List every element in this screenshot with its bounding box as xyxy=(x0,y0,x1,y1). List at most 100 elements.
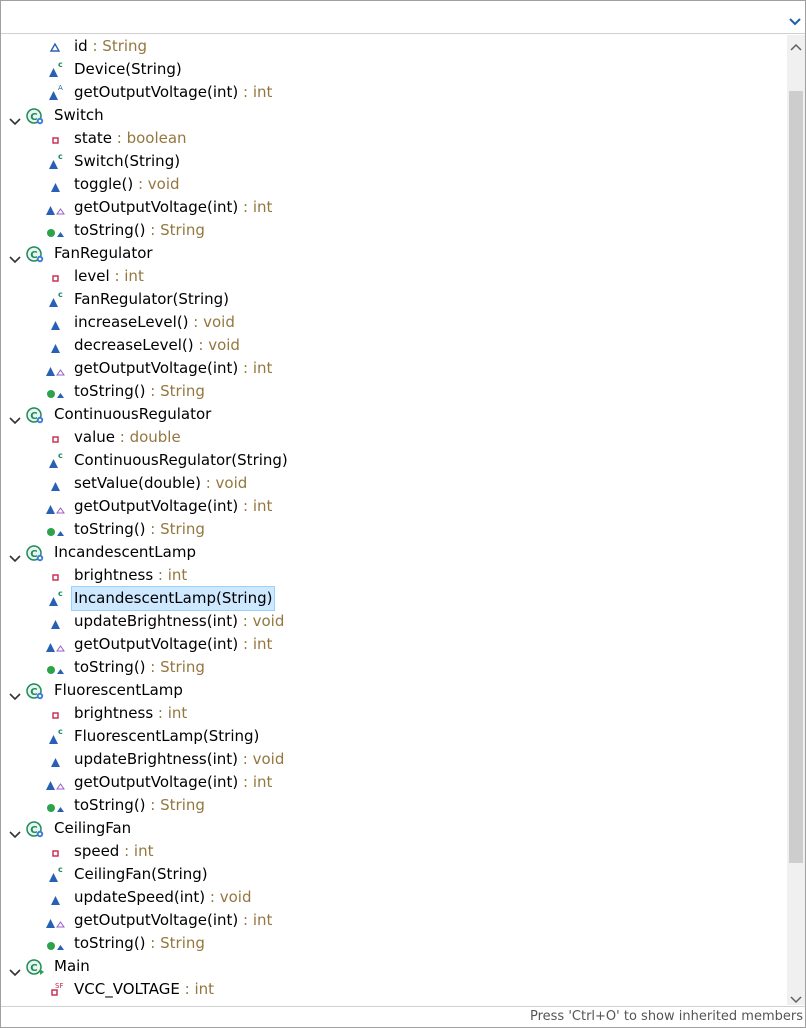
tree-member-getoutputvoltage-int[interactable]: getOutputVoltage(int) : int xyxy=(1,909,785,932)
tree-member-state[interactable]: state : boolean xyxy=(1,127,785,150)
member-type: String xyxy=(160,382,205,400)
member-signature: state xyxy=(74,129,112,147)
tree-member-brightness[interactable]: brightness : int xyxy=(1,702,785,725)
tree-item-label: getOutputVoltage(int) : int xyxy=(72,771,274,794)
tree-member-id[interactable]: id : String xyxy=(1,35,785,58)
view-menu-chevron-icon[interactable] xyxy=(789,13,801,26)
constructor-icon: c xyxy=(45,152,65,172)
scroll-down-arrow-icon[interactable] xyxy=(790,991,802,1004)
member-signature: brightness xyxy=(74,566,154,584)
tree-member-tostring[interactable]: toString() : String xyxy=(1,380,785,403)
tree-item-label: VCC_VOLTAGE : int xyxy=(72,978,216,1001)
type-separator: : xyxy=(238,773,253,791)
method-icon xyxy=(45,175,65,195)
member-signature: ContinuousRegulator(String) xyxy=(74,451,288,469)
member-signature: getOutputVoltage(int) xyxy=(74,83,239,101)
tree-member-tostring[interactable]: toString() : String xyxy=(1,518,785,541)
tree-item-label: increaseLevel() : void xyxy=(72,311,237,334)
member-signature: setValue(double) xyxy=(74,474,201,492)
tree-item-label: toString() : String xyxy=(72,380,207,403)
scrollbar-thumb[interactable] xyxy=(789,91,803,863)
member-type: int xyxy=(252,359,273,377)
tree-member-getoutputvoltage-int[interactable]: getOutputVoltage(int) : int xyxy=(1,771,785,794)
tree-member-value[interactable]: value : double xyxy=(1,426,785,449)
tree-member-ceilingfan-string[interactable]: c CeilingFan(String) xyxy=(1,863,785,886)
outline-tree: id : String c Device(String) AgetOutputVolt… xyxy=(1,35,785,1005)
expand-chevron-icon[interactable] xyxy=(9,548,21,563)
expand-chevron-icon[interactable] xyxy=(9,962,21,977)
constructor-icon: c xyxy=(45,727,65,747)
type-separator: : xyxy=(133,175,148,193)
member-type: int xyxy=(194,980,215,998)
scroll-up-arrow-icon[interactable] xyxy=(790,38,802,51)
tree-class-node-continuousregulator[interactable]: C ContinuousRegulator xyxy=(1,403,785,426)
tree-member-switch-string[interactable]: c Switch(String) xyxy=(1,150,785,173)
member-signature: Main xyxy=(54,957,90,975)
tree-member-updatebrightness-int[interactable]: updateBrightness(int) : void xyxy=(1,748,785,771)
tree-member-level[interactable]: level : int xyxy=(1,265,785,288)
member-signature: toString() xyxy=(74,520,146,538)
tree-member-tostring[interactable]: toString() : String xyxy=(1,794,785,817)
tree-member-vcc-voltage[interactable]: S F VCC_VOLTAGE : int xyxy=(1,978,785,1001)
tree-member-fluorescentlamp-string[interactable]: c FluorescentLamp(String) xyxy=(1,725,785,748)
tree-member-toggle[interactable]: toggle() : void xyxy=(1,173,785,196)
tree-member-increaselevel[interactable]: increaseLevel() : void xyxy=(1,311,785,334)
type-separator: : xyxy=(145,221,161,239)
member-type: int xyxy=(252,911,273,929)
member-signature: Switch(String) xyxy=(74,152,181,170)
svg-text:C: C xyxy=(30,411,37,422)
tree-member-incandescentlamp-string[interactable]: c IncandescentLamp(String) xyxy=(1,586,785,611)
tree-member-updatebrightness-int[interactable]: updateBrightness(int) : void xyxy=(1,610,785,633)
tree-member-setvalue-double[interactable]: setValue(double) : void xyxy=(1,472,785,495)
type-separator: : xyxy=(238,911,253,929)
tree-member-getoutputvoltage-int[interactable]: getOutputVoltage(int) : int xyxy=(1,196,785,219)
tree-member-decreaselevel[interactable]: decreaseLevel() : void xyxy=(1,334,785,357)
tree-class-node-switch[interactable]: C Switch xyxy=(1,104,785,127)
member-type: void xyxy=(203,313,235,331)
expand-chevron-icon[interactable] xyxy=(9,249,21,264)
tree-class-node-fanregulator[interactable]: C FanRegulator xyxy=(1,242,785,265)
tree-member-tostring[interactable]: toString() : String xyxy=(1,219,785,242)
tree-member-speed[interactable]: speed : int xyxy=(1,840,785,863)
constructor-icon: c xyxy=(45,865,65,885)
svg-text:C: C xyxy=(30,549,37,560)
member-type: int xyxy=(252,198,273,216)
member-signature: getOutputVoltage(int) xyxy=(74,635,239,653)
tree-member-continuousregulator-string[interactable]: c ContinuousRegulator(String) xyxy=(1,449,785,472)
tree-member-brightness[interactable]: brightness : int xyxy=(1,564,785,587)
member-signature: speed xyxy=(74,842,120,860)
tree-member-getoutputvoltage-int[interactable]: getOutputVoltage(int) : int xyxy=(1,357,785,380)
member-type: String xyxy=(160,520,205,538)
tree-member-device-string[interactable]: c Device(String) xyxy=(1,58,785,81)
filter-input[interactable] xyxy=(3,3,777,32)
svg-text:C: C xyxy=(30,825,37,836)
tree-class-node-ceilingfan[interactable]: C CeilingFan xyxy=(1,817,785,840)
vertical-scrollbar[interactable] xyxy=(787,35,805,1005)
private-field-icon xyxy=(45,129,65,149)
expand-chevron-icon[interactable] xyxy=(9,686,21,701)
member-signature: updateBrightness(int) xyxy=(74,750,239,768)
tree-item-label: Switch xyxy=(52,104,106,127)
expand-chevron-icon[interactable] xyxy=(9,824,21,839)
tree-member-getoutputvoltage-int[interactable]: getOutputVoltage(int) : int xyxy=(1,633,785,656)
tree-class-node-main[interactable]: C Main xyxy=(1,955,785,978)
expand-chevron-icon[interactable] xyxy=(9,410,21,425)
svg-text:C: C xyxy=(30,963,37,974)
private-field-icon xyxy=(45,842,65,862)
tree-class-node-fluorescentlamp[interactable]: C FluorescentLamp xyxy=(1,679,785,702)
member-type: void xyxy=(208,336,240,354)
tree-member-fanregulator-string[interactable]: c FanRegulator(String) xyxy=(1,288,785,311)
tree-member-tostring[interactable]: toString() : String xyxy=(1,932,785,955)
tree-class-node-incandescentlamp[interactable]: C IncandescentLamp xyxy=(1,541,785,564)
expand-chevron-icon[interactable] xyxy=(9,111,21,126)
tree-member-getoutputvoltage-int[interactable]: getOutputVoltage(int) : int xyxy=(1,495,785,518)
type-separator: : xyxy=(193,336,209,354)
status-bar: Press 'Ctrl+O' to show inherited members xyxy=(1,1006,805,1027)
tree-member-updatespeed-int[interactable]: updateSpeed(int) : void xyxy=(1,886,785,909)
tree-member-getoutputvoltage-int[interactable]: AgetOutputVoltage(int) : int xyxy=(1,81,785,104)
tree-item-label: decreaseLevel() : void xyxy=(72,334,242,357)
member-signature: Device(String) xyxy=(74,60,182,78)
member-signature: toString() xyxy=(74,796,146,814)
tree-member-tostring[interactable]: toString() : String xyxy=(1,656,785,679)
tree-item-label: toString() : String xyxy=(72,932,207,955)
